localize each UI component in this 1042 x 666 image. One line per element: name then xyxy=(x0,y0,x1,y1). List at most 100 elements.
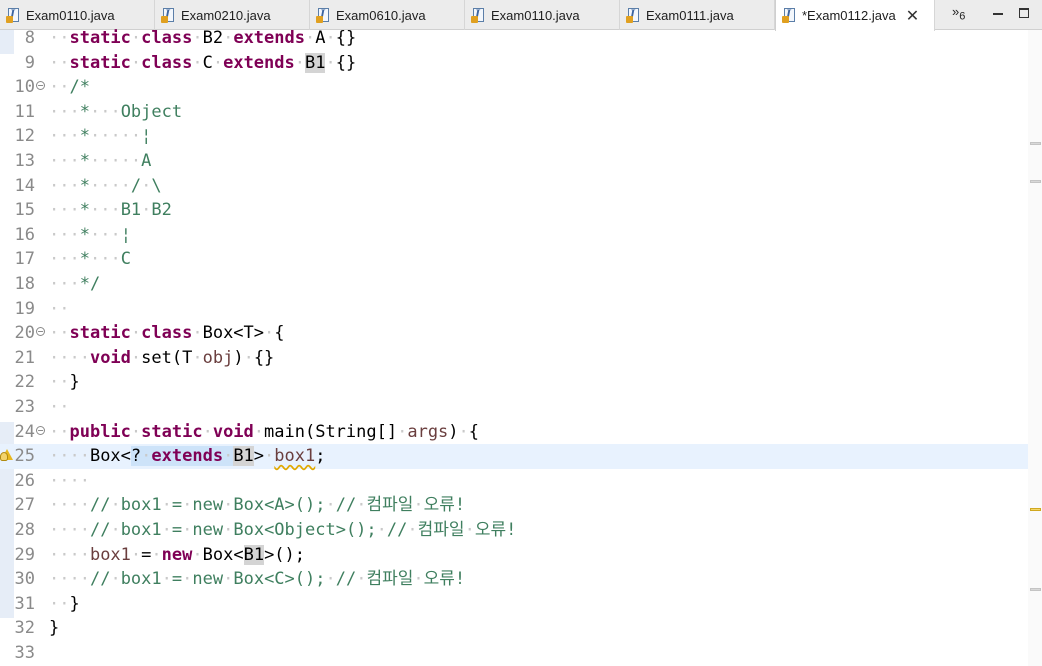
code-line[interactable]: 15 ···*···B1·B2 xyxy=(0,198,1028,223)
code-text[interactable]: ····box1·=·new·Box<B1>(); xyxy=(49,543,305,568)
ruler-warning-mark[interactable] xyxy=(1030,508,1041,511)
code-line[interactable]: 12 ···*·····¦ xyxy=(0,124,1028,149)
code-line[interactable]: 22 ··} xyxy=(0,370,1028,395)
tab-label: Exam0610.java xyxy=(336,7,426,23)
code-line[interactable]: 20− ··static·class·Box<T>·{ xyxy=(0,321,1028,346)
java-file-icon: J xyxy=(316,7,330,23)
code-line[interactable]: 19 ·· xyxy=(0,297,1028,322)
code-line[interactable]: 23 ·· xyxy=(0,395,1028,420)
minimize-icon[interactable] xyxy=(993,13,1003,15)
tab-label: Exam0210.java xyxy=(181,7,271,23)
java-file-icon: J xyxy=(161,7,175,23)
fold-collapse-icon[interactable]: − xyxy=(36,327,45,337)
code-text[interactable]: ··} xyxy=(49,592,80,617)
code-text[interactable]: ··public·static·void·main(String[]·args)… xyxy=(49,420,479,445)
line-number: 10 xyxy=(14,77,35,98)
code-line[interactable]: 31 ··} xyxy=(0,592,1028,617)
code-text[interactable]: ···*/ xyxy=(49,272,100,297)
code-text[interactable]: ··static·class·C·extends·B1·{} xyxy=(49,51,356,76)
code-line[interactable]: 10− ··/* xyxy=(0,75,1028,100)
line-number: 13 xyxy=(14,151,35,171)
code-text[interactable]: ···*···B1·B2 xyxy=(49,198,172,223)
line-number: 18 xyxy=(14,274,35,294)
fold-collapse-icon[interactable]: − xyxy=(36,425,45,435)
code-line[interactable]: 9 ··static·class·C·extends·B1·{} xyxy=(0,51,1028,76)
code-text[interactable]: ··} xyxy=(49,370,80,395)
line-number: 31 xyxy=(14,593,35,614)
line-number: 12 xyxy=(14,126,35,147)
code-text[interactable]: ·· xyxy=(49,395,69,420)
code-text[interactable]: ··/* xyxy=(49,75,90,100)
code-text[interactable]: ···*···Object xyxy=(49,100,182,125)
maximize-icon[interactable] xyxy=(1019,8,1029,18)
line-number: 27 xyxy=(14,495,35,516)
quickfix-bulb-icon[interactable] xyxy=(0,452,8,462)
code-text[interactable]: ····//·box1·=·new·Box<C>();·//·컴파일·오류! xyxy=(49,567,465,592)
code-text[interactable]: ···*·····A xyxy=(49,149,151,174)
code-line[interactable]: 16 ···*···¦ xyxy=(0,223,1028,248)
code-line[interactable]: 27 ····//·box1·=·new·Box<A>();·//·컴파일·오류! xyxy=(0,493,1028,518)
code-line[interactable]: 32} xyxy=(0,616,1028,641)
fold-collapse-icon[interactable]: − xyxy=(36,81,45,91)
line-number: 19 xyxy=(14,298,35,319)
line-number: 9 xyxy=(24,52,35,73)
code-text[interactable]: ···· xyxy=(49,469,90,494)
code-text[interactable]: ···*···¦ xyxy=(49,223,131,248)
line-number: 29 xyxy=(14,544,35,565)
code-text[interactable]: ····//·box1·=·new·Box<A>();·//·컴파일·오류! xyxy=(49,493,465,518)
java-file-icon: J xyxy=(471,7,485,23)
line-number: 30 xyxy=(14,569,35,590)
line-number: 26 xyxy=(14,470,35,491)
tab-label: Exam0110.java xyxy=(26,7,115,23)
java-file-icon: J xyxy=(6,7,20,23)
code-text[interactable]: ···*·····¦ xyxy=(49,124,151,149)
java-file-icon: J xyxy=(626,7,640,23)
line-number: 21 xyxy=(14,347,35,368)
code-text[interactable]: ··static·class·B2·extends·A·{} xyxy=(49,26,356,51)
code-text[interactable]: ···*···C xyxy=(49,247,131,272)
overflow-count: 6 xyxy=(959,10,966,23)
code-line[interactable]: 29 ····box1·=·new·Box<B1>(); xyxy=(0,543,1028,568)
code-text[interactable]: ···*····/·\ xyxy=(49,174,162,199)
line-number: 20 xyxy=(14,323,35,344)
code-line[interactable]: 17 ···*···C xyxy=(0,247,1028,272)
code-text[interactable]: ····//·box1·=·new·Box<Object>();·//·컴파일·… xyxy=(49,518,516,543)
line-number: 23 xyxy=(14,397,35,417)
code-line[interactable]: 18 ···*/ xyxy=(0,272,1028,297)
code-line[interactable]: 13 ···*·····A xyxy=(0,149,1028,174)
ruler-occurrence-mark[interactable] xyxy=(1030,588,1041,591)
code-line[interactable]: 8 ··static·class·B2·extends·A·{} xyxy=(0,26,1028,51)
code-line[interactable]: 24− ··public·static·void·main(String[]·ar… xyxy=(0,420,1028,445)
ruler-occurrence-mark[interactable] xyxy=(1030,142,1041,145)
code-line[interactable]: 26 ···· xyxy=(0,469,1028,494)
line-number: 11 xyxy=(14,101,35,122)
line-number: 24 xyxy=(14,421,35,442)
tab-label: Exam0110.java xyxy=(491,7,580,23)
tab-label: *Exam0112.java xyxy=(802,8,896,23)
code-editor[interactable]: 8 ··static·class·B2·extends·A·{} 9 ··static… xyxy=(0,28,1042,666)
line-number: 22 xyxy=(14,372,35,393)
code-line[interactable]: 14 ···*····/·\ xyxy=(0,174,1028,199)
code-text[interactable]: ····void·set(T·obj)·{} xyxy=(49,346,274,371)
line-number: 28 xyxy=(14,520,35,540)
code-text[interactable]: ····Box<?·extends·B1>·box1; xyxy=(49,444,326,469)
line-number: 8 xyxy=(24,28,35,48)
tab-label: Exam0111.java xyxy=(646,7,734,23)
close-tab-icon[interactable]: ✕ xyxy=(906,6,919,25)
java-file-icon: J xyxy=(782,8,796,23)
overview-ruler[interactable] xyxy=(1028,30,1042,666)
line-number: 32 xyxy=(14,618,35,639)
code-line[interactable]: 21 ····void·set(T·obj)·{} xyxy=(0,346,1028,371)
ruler-occurrence-mark[interactable] xyxy=(1030,180,1041,183)
code-line[interactable]: 11 ···*···Object xyxy=(0,100,1028,125)
code-text[interactable]: ·· xyxy=(49,297,69,322)
tab-overflow-button[interactable]: »6 xyxy=(952,4,965,23)
code-line[interactable]: 33 xyxy=(0,641,1028,666)
code-line[interactable]: 28 ····//·box1·=·new·Box<Object>();·//·컴파… xyxy=(0,518,1028,543)
code-text[interactable]: ··static·class·Box<T>·{ xyxy=(49,321,285,346)
line-number: 17 xyxy=(14,249,35,270)
line-number: 14 xyxy=(14,175,35,196)
current-code-line[interactable]: 25 ····Box<?·extends·B1>·box1; xyxy=(0,444,1028,469)
code-line[interactable]: 30 ····//·box1·=·new·Box<C>();·//·컴파일·오류! xyxy=(0,567,1028,592)
code-text[interactable]: } xyxy=(49,616,59,641)
